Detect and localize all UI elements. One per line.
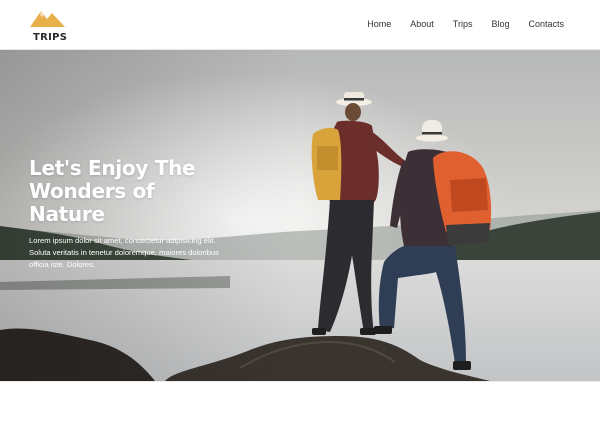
brand-logo[interactable]: TRIPS: [30, 8, 68, 44]
hero-description-line: Lorem ipsum dolor sit amet, consectetur …: [29, 236, 216, 245]
nav-item-trips[interactable]: Trips: [453, 19, 473, 29]
hero-title: Let's Enjoy The Wonders of Nature: [29, 157, 269, 226]
hero-title-line: Let's Enjoy The: [29, 156, 196, 180]
nav-item-home[interactable]: Home: [367, 19, 391, 29]
nav-item-about[interactable]: About: [410, 19, 434, 29]
mountain-logo-icon: [30, 11, 65, 27]
hero-description-line: Soluta veritatis in tenetur doloremque, …: [29, 248, 219, 258]
content-section: [0, 381, 600, 425]
brand-name: TRIPS: [33, 32, 68, 43]
main-nav: Home About Trips Blog Contacts: [367, 19, 564, 29]
hero-section: Let's Enjoy The Wonders of Nature Lorem …: [0, 50, 600, 381]
nav-item-blog[interactable]: Blog: [491, 19, 509, 29]
nav-item-contacts[interactable]: Contacts: [528, 19, 564, 29]
hero-title-line: Nature: [29, 202, 105, 226]
site-header: TRIPS Home About Trips Blog Contacts: [0, 0, 600, 50]
hero-content: Let's Enjoy The Wonders of Nature Lorem …: [29, 157, 269, 272]
hero-title-line: Wonders of: [29, 179, 155, 203]
hero-description-line: officia iste. Dolores.: [29, 260, 96, 270]
hero-description: Lorem ipsum dolor sit amet, consectetur …: [29, 235, 269, 272]
